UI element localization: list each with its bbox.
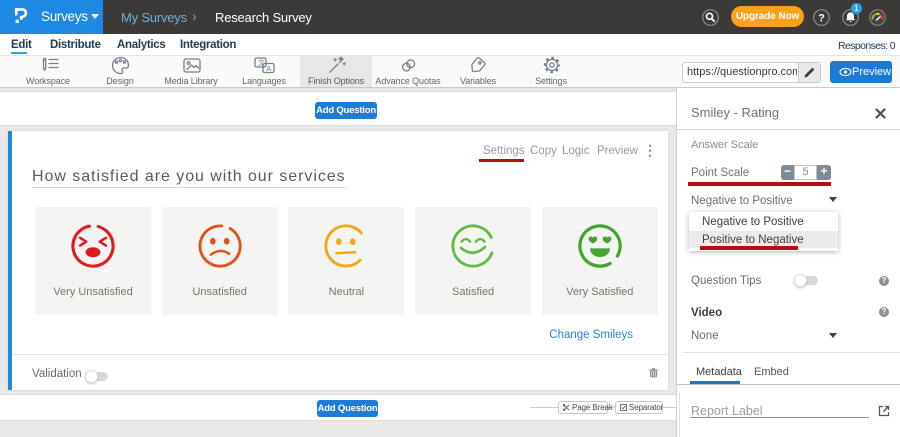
svg-text:文: 文 (258, 58, 265, 67)
svg-text:A: A (266, 64, 271, 73)
svg-text:?: ? (818, 12, 825, 24)
